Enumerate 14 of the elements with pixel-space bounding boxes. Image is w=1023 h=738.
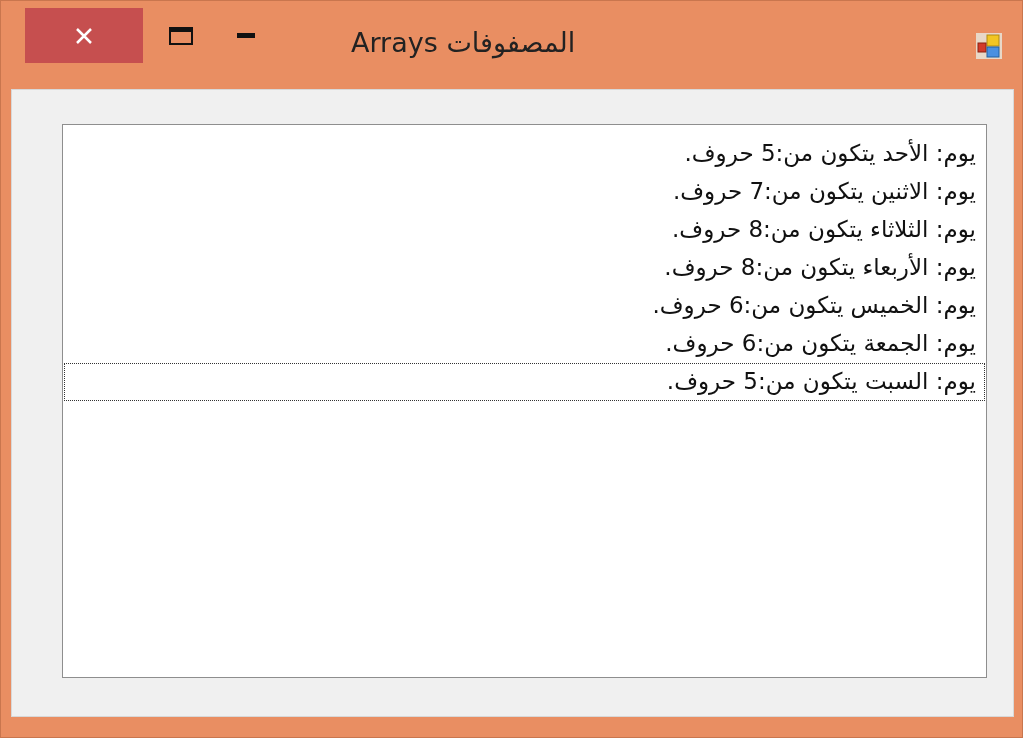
maximize-button[interactable] — [167, 25, 195, 47]
list-item[interactable]: يوم: الأربعاء يتكون من:8 حروف. — [64, 249, 985, 287]
list-item[interactable]: يوم: الاثنين يتكون من:7 حروف. — [64, 173, 985, 211]
list-item[interactable]: يوم: السبت يتكون من:5 حروف. — [64, 363, 985, 401]
minimize-icon — [237, 33, 255, 39]
list-item[interactable]: يوم: الأحد يتكون من:5 حروف. — [64, 135, 985, 173]
list-item[interactable]: يوم: الثلاثاء يتكون من:8 حروف. — [64, 211, 985, 249]
list-item[interactable]: يوم: الخميس يتكون من:6 حروف. — [64, 287, 985, 325]
window-title: المصفوفات Arrays — [351, 27, 576, 58]
list-item[interactable]: يوم: الجمعة يتكون من:6 حروف. — [64, 325, 985, 363]
close-icon — [74, 25, 94, 46]
list-box[interactable] — [62, 124, 987, 678]
app-icon — [976, 33, 1002, 59]
maximize-icon — [169, 27, 193, 45]
